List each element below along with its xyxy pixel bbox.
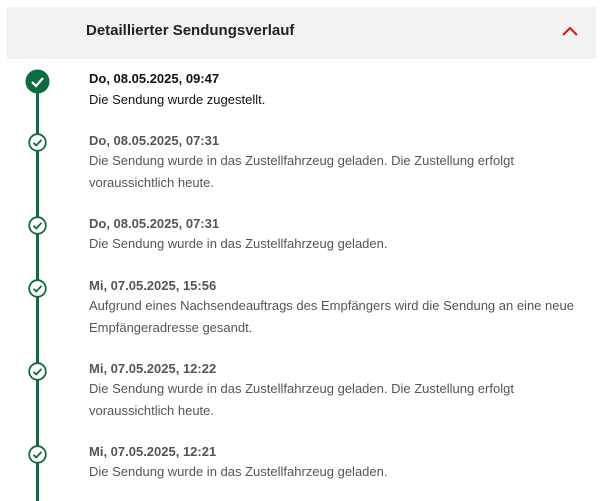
- check-circle-icon: [25, 69, 50, 94]
- check-circle-icon: [28, 133, 47, 152]
- check-circle-icon: [28, 445, 47, 464]
- check-circle-icon: [28, 279, 47, 298]
- event-date: Do, 08.05.2025, 07:31: [89, 133, 220, 148]
- event-text: Die Sendung wurde zugestellt.: [89, 92, 266, 107]
- event-date: Do, 08.05.2025, 07:31: [89, 216, 220, 231]
- event-text: Die Sendung wurde in das Zustellfahrzeug…: [89, 153, 514, 190]
- event-text: Die Sendung wurde in das Zustellfahrzeug…: [89, 464, 388, 479]
- event-date: Mi, 07.05.2025, 15:56: [89, 278, 217, 293]
- section-title: Detaillierter Sendungsverlauf: [86, 22, 295, 39]
- check-circle-icon: [28, 216, 47, 235]
- event-date: Do, 08.05.2025, 09:47: [89, 71, 220, 86]
- chevron-up-icon[interactable]: [560, 24, 580, 38]
- check-circle-icon: [28, 362, 47, 381]
- event-text: Aufgrund eines Nachsendeauftrags des Emp…: [89, 298, 574, 335]
- shipment-history-toggle[interactable]: Detaillierter Sendungsverlauf: [7, 7, 596, 59]
- event-text: Die Sendung wurde in das Zustellfahrzeug…: [89, 381, 514, 418]
- event-date: Mi, 07.05.2025, 12:21: [89, 444, 217, 459]
- event-text: Die Sendung wurde in das Zustellfahrzeug…: [89, 236, 388, 251]
- event-date: Mi, 07.05.2025, 12:22: [89, 361, 217, 376]
